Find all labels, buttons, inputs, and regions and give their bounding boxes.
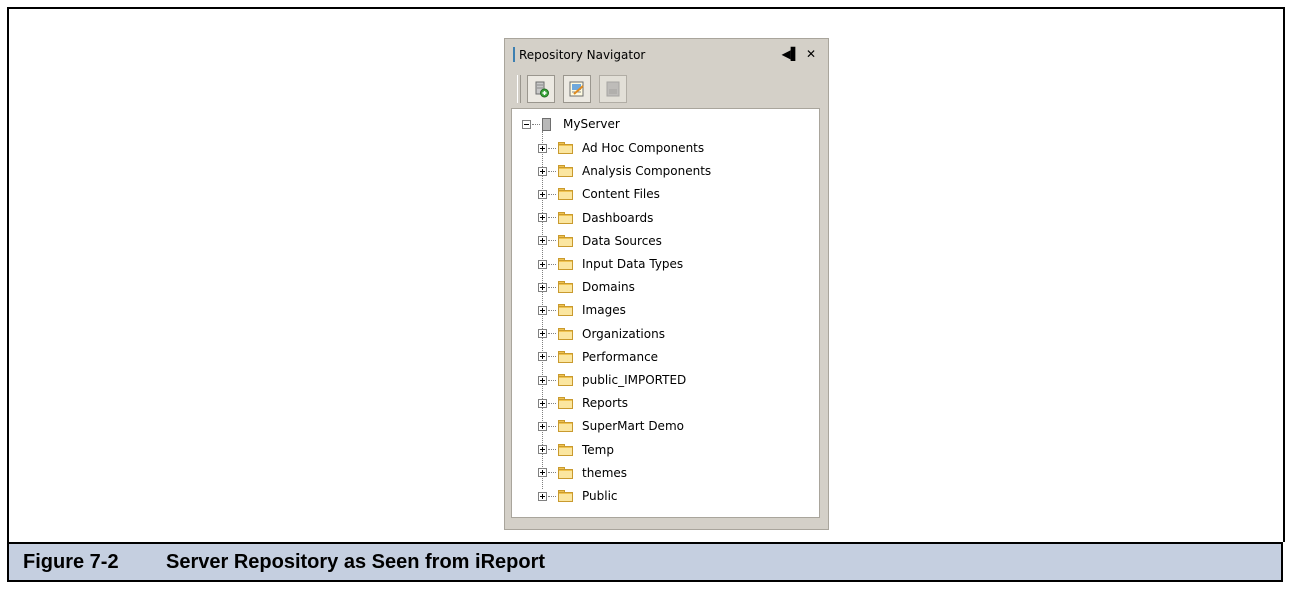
expand-icon[interactable]	[538, 491, 547, 501]
expand-icon[interactable]	[538, 305, 547, 315]
tree-folder-label: Images	[582, 303, 626, 318]
tree-folder-label: public_IMPORTED	[582, 373, 687, 387]
folder-icon	[558, 397, 573, 410]
toolbar	[517, 73, 635, 105]
expand-icon[interactable]	[538, 236, 547, 246]
folder-icon	[558, 258, 573, 270]
tree-folder-label: themes	[582, 465, 628, 480]
expand-icon[interactable]	[538, 445, 547, 455]
expand-icon[interactable]	[538, 421, 547, 431]
tree-folder-label: Organizations	[582, 326, 665, 341]
add-server-button[interactable]	[527, 75, 555, 103]
server-icon	[542, 117, 551, 131]
tree-folder-label: Domains	[582, 280, 635, 295]
tree-root-node[interactable]: MyServer	[522, 117, 620, 131]
folder-icon	[558, 165, 573, 178]
tree-folder-label: Ad Hoc Components	[582, 141, 705, 155]
tree-folder-label: Performance	[582, 349, 659, 364]
tree-folder-item[interactable]: Public	[538, 487, 618, 505]
tree-folder-label: Reports	[582, 396, 629, 411]
figure-title: Server Repository as Seen from iReport	[166, 550, 546, 573]
toolbar-grip[interactable]	[517, 75, 521, 103]
expand-icon[interactable]	[538, 166, 547, 176]
folder-icon	[558, 327, 573, 340]
collapse-icon[interactable]	[522, 119, 531, 129]
tree-folder-item[interactable]: Dashboards	[538, 209, 653, 227]
expand-icon[interactable]	[538, 282, 547, 292]
tree-folder-item[interactable]: themes	[538, 464, 627, 482]
figure-number: Figure 7-2	[23, 550, 119, 573]
minimize-icon[interactable]: ◀▌	[781, 47, 799, 61]
folder-icon	[558, 466, 573, 479]
tree-folder-label: Input Data Types	[582, 257, 684, 271]
folder-icon	[558, 281, 573, 294]
folder-icon	[558, 211, 573, 224]
tree-folder-label: Analysis Components	[582, 164, 712, 179]
folder-icon	[558, 142, 573, 154]
tree-folder-item[interactable]: Temp	[538, 441, 614, 459]
panel-titlebar[interactable]: Repository Navigator ◀▌ ✕	[509, 43, 822, 66]
tree-folder-item[interactable]: Input Data Types	[538, 255, 683, 273]
folder-icon	[558, 443, 573, 456]
tree-folder-label: Content Files	[582, 187, 660, 202]
edit-server-icon	[569, 81, 584, 97]
tree-folder-item[interactable]: Analysis Components	[538, 162, 711, 180]
tree-folder-label: Public	[582, 489, 618, 503]
panel-title: Repository Navigator	[519, 47, 646, 62]
folder-icon	[558, 304, 573, 317]
folder-icon	[558, 374, 573, 386]
expand-icon[interactable]	[538, 375, 547, 385]
folder-icon	[558, 234, 573, 247]
tree-folder-item[interactable]: Domains	[538, 278, 635, 296]
folder-icon	[558, 490, 573, 502]
title-accent	[513, 47, 515, 62]
tree-folder-item[interactable]: Organizations	[538, 325, 665, 343]
expand-icon[interactable]	[538, 143, 547, 153]
tree-folder-item[interactable]: SuperMart Demo	[538, 417, 684, 435]
delete-server-button[interactable]	[599, 75, 627, 103]
folder-icon	[558, 420, 573, 433]
delete-server-icon	[606, 81, 620, 97]
edit-server-button[interactable]	[563, 75, 591, 103]
tree-folder-item[interactable]: Ad Hoc Components	[538, 139, 704, 157]
figure-frame: Repository Navigator ◀▌ ✕ MyServer Ad Ho…	[7, 7, 1285, 542]
expand-icon[interactable]	[538, 259, 547, 269]
tree-folder-item[interactable]: Performance	[538, 348, 658, 366]
expand-icon[interactable]	[538, 213, 547, 223]
tree-folder-item[interactable]: public_IMPORTED	[538, 371, 686, 389]
folder-icon	[558, 188, 573, 201]
expand-icon[interactable]	[538, 189, 547, 199]
add-server-icon	[535, 81, 549, 98]
tree-folder-item[interactable]: Content Files	[538, 185, 660, 203]
expand-icon[interactable]	[538, 398, 547, 408]
tree-folder-item[interactable]: Images	[538, 301, 626, 319]
tree-folder-item[interactable]: Reports	[538, 394, 628, 412]
tree-folder-label: Dashboards	[582, 210, 654, 225]
expand-icon[interactable]	[538, 468, 547, 478]
expand-icon[interactable]	[538, 329, 547, 339]
tree-folder-item[interactable]: Data Sources	[538, 232, 662, 250]
repository-tree: MyServer Ad Hoc Components Analysis Compo…	[511, 108, 820, 518]
figure-caption: Figure 7-2 Server Repository as Seen fro…	[7, 542, 1283, 582]
tree-folder-label: SuperMart Demo	[582, 419, 684, 434]
tree-folder-label: Temp	[582, 442, 614, 457]
tree-folder-label: Data Sources	[582, 233, 662, 248]
folder-icon	[558, 350, 573, 363]
expand-icon[interactable]	[538, 352, 547, 362]
close-icon[interactable]: ✕	[806, 47, 816, 61]
repository-navigator-panel: Repository Navigator ◀▌ ✕ MyServer Ad Ho…	[504, 38, 829, 530]
tree-root-label: MyServer	[563, 117, 620, 131]
